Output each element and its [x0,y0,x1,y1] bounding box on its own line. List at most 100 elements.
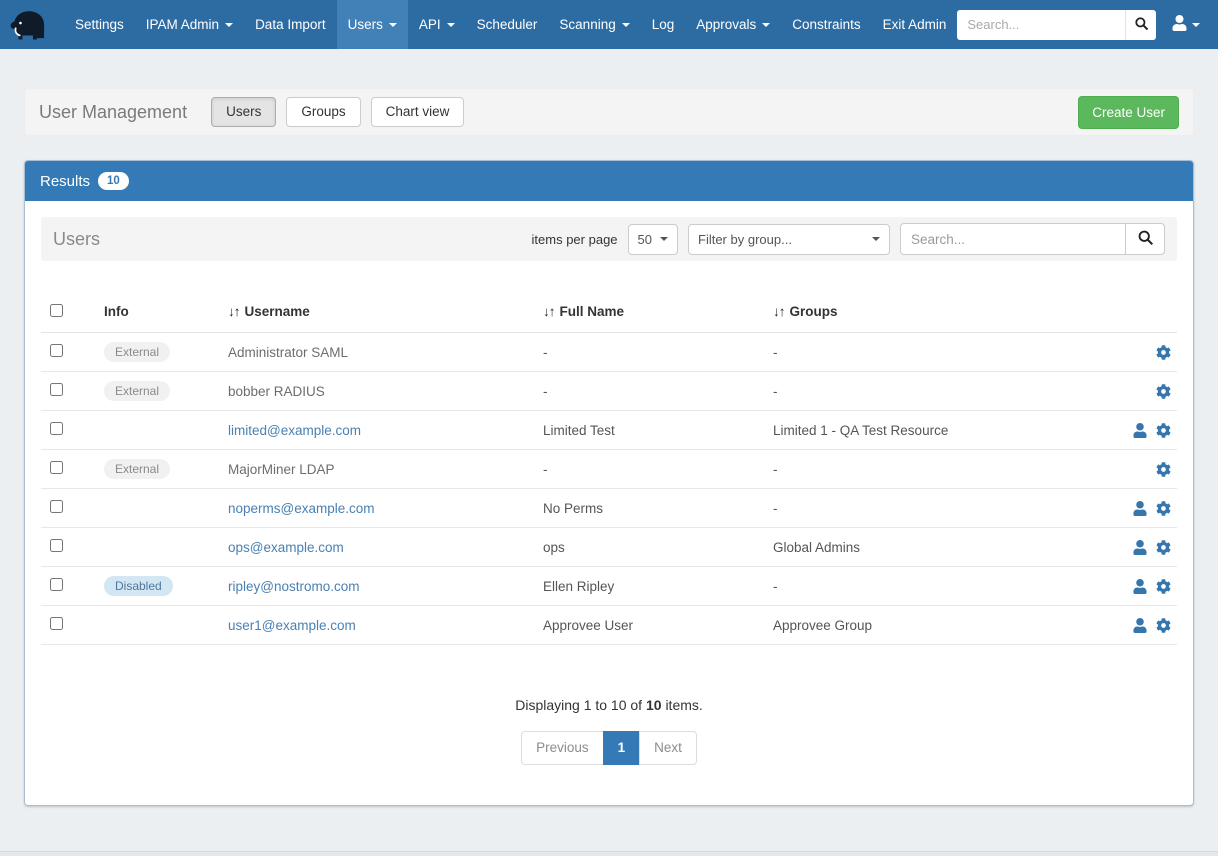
edit-user-icon[interactable] [1133,423,1147,438]
edit-user-icon[interactable] [1133,540,1147,555]
nav-menu: Settings IPAM Admin Data Import Users API Sch… [64,0,957,49]
page-title: User Management [39,102,187,123]
edit-user-icon[interactable] [1133,579,1147,594]
full-name-cell: - [543,462,773,477]
groups-cell: Approvee Group [773,618,1129,633]
pagination: Previous 1 Next [41,731,1177,765]
tab-groups[interactable]: Groups [286,97,360,127]
sort-icon: ↓↑ [773,304,785,319]
status-badge: External [104,342,170,362]
groups-cell: - [773,462,1129,477]
row-checkbox[interactable] [50,461,63,474]
search-icon [1134,16,1149,34]
nav-item-label: Constraints [792,17,860,32]
gear-icon[interactable] [1156,423,1171,438]
groups-cell: Limited 1 - QA Test Resource [773,423,1129,438]
caret-down-icon [1192,23,1200,27]
page-footer [0,851,1218,856]
nav-item-api[interactable]: API [408,0,466,49]
navbar-search [957,10,1156,40]
items-per-page-label: items per page [532,232,618,247]
user-icon [1172,15,1187,34]
gear-icon[interactable] [1156,345,1171,360]
username-link[interactable]: limited@example.com [228,423,361,438]
mammoth-logo-icon [8,5,50,45]
navbar-search-button[interactable] [1125,10,1156,40]
column-header-username[interactable]: ↓↑Username [228,304,543,319]
edit-user-icon[interactable] [1133,618,1147,633]
table-search-button[interactable] [1125,223,1165,255]
gear-icon[interactable] [1156,618,1171,633]
nav-item-label: Scheduler [477,17,538,32]
full-name-cell: No Perms [543,501,773,516]
summary-suffix: items. [665,697,702,713]
nav-item-users[interactable]: Users [337,0,408,49]
full-name-cell: - [543,384,773,399]
gear-icon[interactable] [1156,579,1171,594]
nav-item-exit-admin[interactable]: Exit Admin [872,0,958,49]
username-text: Administrator SAML [228,345,348,360]
app-logo[interactable] [0,0,64,49]
username-link[interactable]: ops@example.com [228,540,344,555]
edit-user-icon[interactable] [1133,501,1147,516]
table-search-input[interactable] [900,223,1125,255]
create-user-button[interactable]: Create User [1078,96,1179,129]
gear-icon[interactable] [1156,384,1171,399]
caret-down-icon [622,23,630,27]
row-checkbox[interactable] [50,422,63,435]
nav-item-label: IPAM Admin [146,17,219,32]
users-table-header: Info↓↑Username↓↑Full Name↓↑Groups [41,291,1177,333]
nav-item-constraints[interactable]: Constraints [781,0,871,49]
nav-item-approvals[interactable]: Approvals [685,0,781,49]
table-row: ExternalAdministrator SAML-- [41,333,1177,372]
nav-item-scheduler[interactable]: Scheduler [466,0,549,49]
gear-icon[interactable] [1156,540,1171,555]
user-account-menu[interactable] [1164,15,1208,34]
tab-chart-view[interactable]: Chart view [371,97,465,127]
row-checkbox[interactable] [50,500,63,513]
page-header-well: User Management Users Groups Chart view Cr… [24,88,1194,136]
view-tab-group: Users Groups Chart view [211,97,464,127]
table-toolbar: Users items per page 50 Filter by group.… [41,217,1177,261]
row-checkbox[interactable] [50,617,63,630]
column-header-groups[interactable]: ↓↑Groups [773,304,1129,319]
row-checkbox[interactable] [50,344,63,357]
username-link[interactable]: user1@example.com [228,618,356,633]
results-title: Results [40,173,90,190]
row-checkbox[interactable] [50,383,63,396]
nav-item-data-import[interactable]: Data Import [244,0,337,49]
navbar-search-input[interactable] [957,10,1125,40]
tab-users[interactable]: Users [211,97,276,127]
column-header-full-name[interactable]: ↓↑Full Name [543,304,773,319]
username-link[interactable]: ripley@nostromo.com [228,579,360,594]
row-checkbox[interactable] [50,578,63,591]
nav-item-log[interactable]: Log [641,0,686,49]
gear-icon[interactable] [1156,501,1171,516]
summary-total: 10 [646,697,662,713]
caret-down-icon [447,23,455,27]
caret-down-icon [660,237,668,241]
table-row: user1@example.comApprovee UserApprovee G… [41,606,1177,645]
search-icon [1137,229,1154,249]
nav-item-scanning[interactable]: Scanning [548,0,640,49]
nav-item-ipam-admin[interactable]: IPAM Admin [135,0,244,49]
full-name-cell: ops [543,540,773,555]
table-row: limited@example.comLimited TestLimited 1… [41,411,1177,450]
nav-item-settings[interactable]: Settings [64,0,135,49]
username-link[interactable]: noperms@example.com [228,501,375,516]
pagination-summary: Displaying 1 to 10 of 10 items. [41,697,1177,713]
groups-cell: - [773,501,1129,516]
page-1-button[interactable]: 1 [603,731,641,765]
group-filter-select[interactable]: Filter by group... [688,224,890,255]
next-page-button[interactable]: Next [639,731,697,765]
select-all-checkbox[interactable] [50,304,63,317]
column-label: Username [245,304,310,319]
table-search [900,223,1165,255]
nav-item-label: Users [348,17,383,32]
row-checkbox[interactable] [50,539,63,552]
gear-icon[interactable] [1156,462,1171,477]
previous-page-button[interactable]: Previous [521,731,604,765]
items-per-page-select[interactable]: 50 [628,224,678,255]
column-header-info: Info [104,304,228,319]
username-text: MajorMiner LDAP [228,462,335,477]
